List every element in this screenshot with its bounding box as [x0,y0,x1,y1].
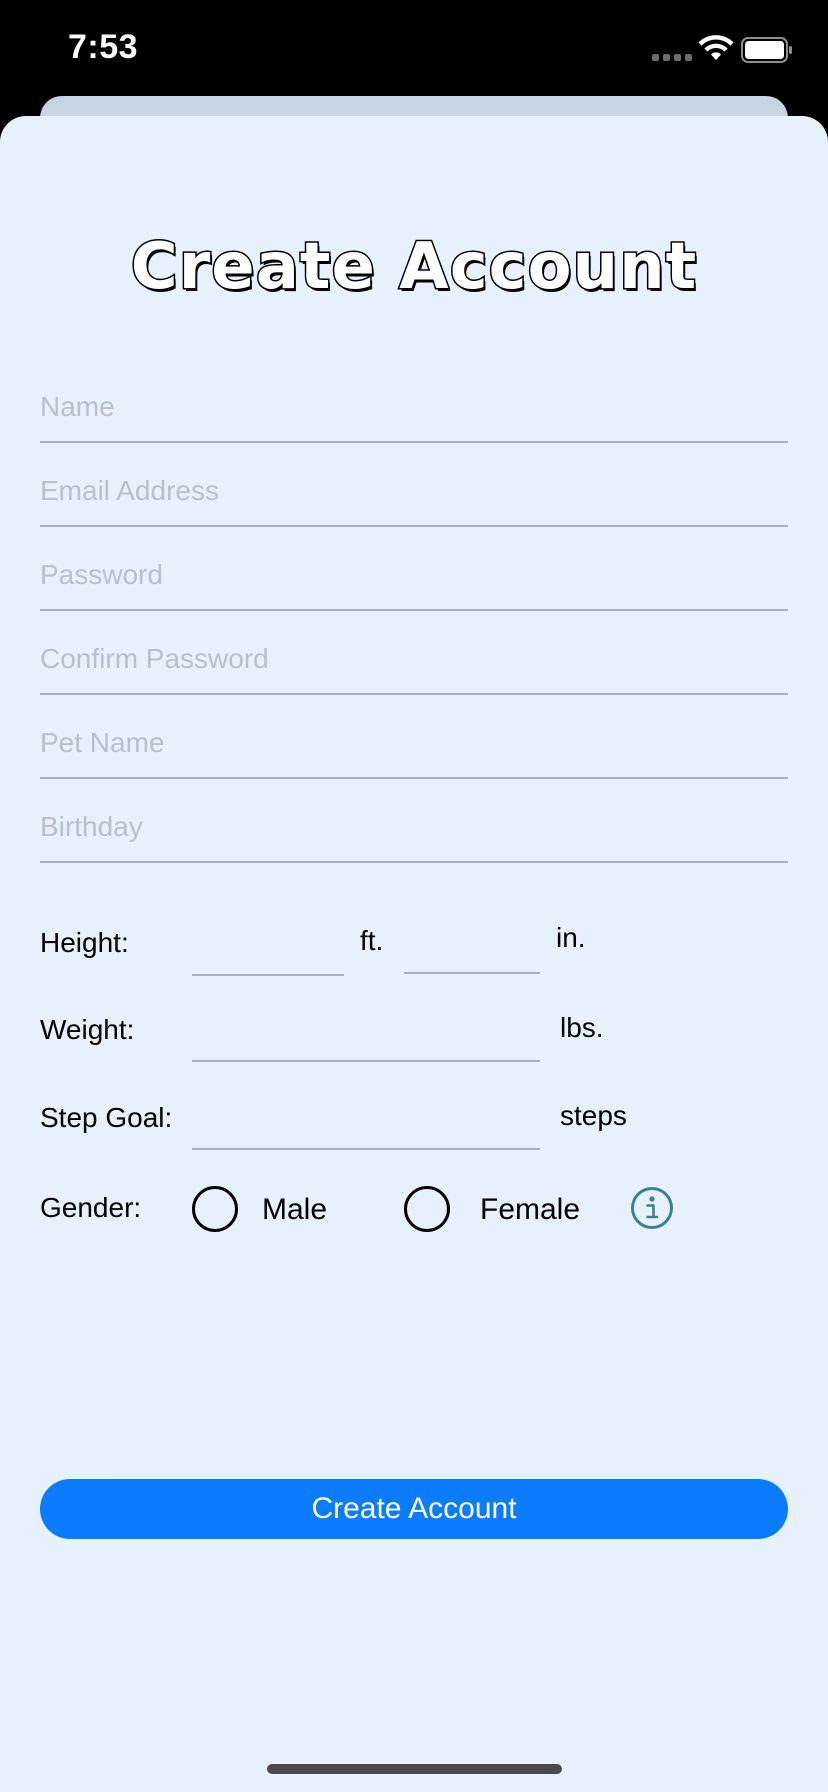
feet-unit-label: ft. [360,925,384,956]
create-account-button[interactable]: Create Account [40,1479,788,1539]
create-account-sheet: Create Account Height: ft. in. Weight: l… [0,116,828,1792]
weight-unit-label: lbs. [560,1012,604,1043]
gender-label: Gender: [40,1192,142,1223]
birthday-field [40,799,788,863]
password-input[interactable] [40,547,788,603]
step-goal-input[interactable] [192,1102,540,1150]
email-field [40,463,788,527]
signal-icon [652,54,692,61]
height-label: Height: [40,927,129,958]
male-radio[interactable] [192,1186,238,1232]
male-option-label: Male [262,1193,328,1226]
email-input[interactable] [40,463,788,519]
wifi-icon [698,35,734,60]
confirm-password-field [40,631,788,695]
battery-icon [741,37,792,63]
step-goal-unit-label: steps [560,1100,627,1131]
name-input[interactable] [40,379,788,435]
screen: 7:53 Create Account Name Email Address P… [0,0,828,1792]
step-goal-label: Step Goal: [40,1102,173,1133]
status-time: 7:53 [68,28,139,66]
birthday-input[interactable] [40,799,788,855]
pet-name-input[interactable] [40,715,788,771]
weight-label: Weight: [40,1014,135,1045]
height-feet-input[interactable] [192,928,344,976]
home-indicator [267,1764,562,1774]
name-field [40,379,788,443]
pet-name-field [40,715,788,779]
weight-input[interactable] [192,1014,540,1062]
confirm-password-input[interactable] [40,631,788,687]
info-icon[interactable] [630,1186,674,1230]
female-radio[interactable] [404,1186,450,1232]
female-option-label: Female [480,1193,581,1226]
height-inches-input[interactable] [404,926,540,974]
page-title: Create Account [129,229,698,306]
password-field [40,547,788,611]
inches-unit-label: in. [556,922,586,953]
